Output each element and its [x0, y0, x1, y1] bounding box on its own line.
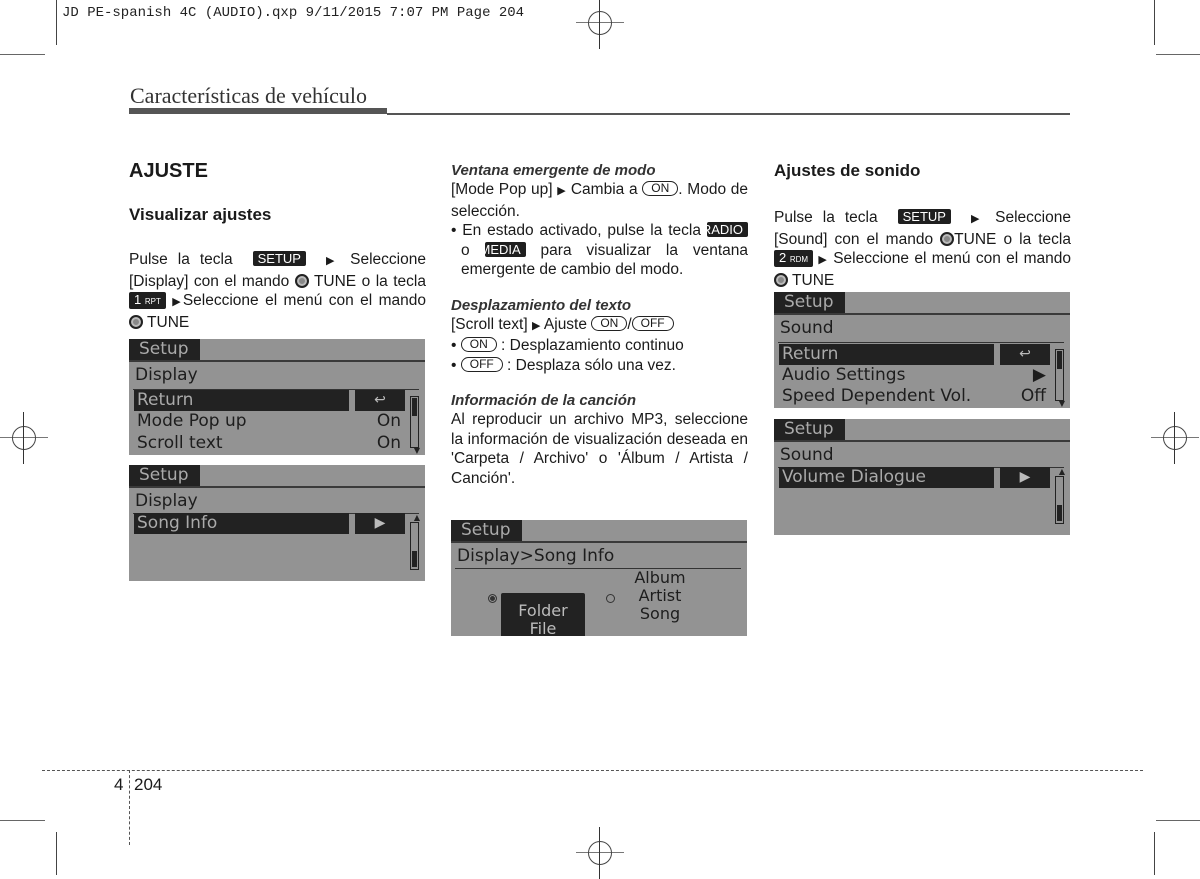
radio-key: RADIO: [702, 222, 748, 237]
crop-mark: [56, 832, 57, 875]
menu-row-volume-dialogue[interactable]: Volume Dialogue ▶: [779, 467, 1050, 488]
column-2: Ventana emergente de modo [Mode Pop up] …: [451, 162, 749, 487]
registration-mark-icon: [1151, 412, 1199, 464]
arrow-right-icon: ▶: [172, 296, 183, 308]
footer-rule: [129, 770, 130, 845]
screen-breadcrumb: Sound: [780, 318, 834, 338]
scrollbar[interactable]: [1055, 476, 1064, 524]
radio-album-artist-song[interactable]: [606, 594, 615, 603]
chevron-right-icon: ▶: [1032, 365, 1046, 385]
column-3: Ajustes de sonido Pulse la tecla SETUP ▶…: [774, 160, 1071, 290]
return-icon: ↩: [1000, 344, 1050, 365]
menu-row-return[interactable]: Return ↩: [779, 344, 1050, 365]
crop-mark: [56, 0, 57, 45]
arrow-right-icon: ▶: [531, 319, 541, 332]
rdm-key: 2 RDM: [774, 250, 814, 267]
on-button-icon: ON: [591, 315, 628, 331]
option-folder-file[interactable]: Folder File: [501, 593, 585, 636]
screen-tab: Setup: [129, 339, 201, 360]
scrollbar[interactable]: [410, 396, 419, 448]
menu-row-song-info[interactable]: Song Info ▶: [134, 513, 405, 534]
scrollbar[interactable]: [410, 522, 419, 570]
registration-mark-icon: [576, 827, 624, 879]
list-item: • En estado activado, pulse la tecla RAD…: [451, 222, 748, 278]
footer-rule: [42, 770, 1143, 771]
title-rule: [129, 108, 387, 114]
lcd-screen-sound-volume-dialogue: Setup Sound Volume Dialogue ▶ ▲: [774, 419, 1070, 535]
option-album-artist-song[interactable]: Album Artist Song: [627, 569, 693, 623]
page-number: 204: [134, 775, 163, 794]
setup-key: SETUP: [252, 251, 306, 266]
screen-tab: Setup: [774, 419, 846, 440]
song-info-paragraph: Al reproducir un archivo MP3, seleccione…: [451, 411, 748, 487]
arrow-right-icon: ▶: [818, 254, 828, 266]
screen-tab: Setup: [451, 520, 523, 541]
lcd-screen-display-menu: Setup Display Return ↩ Mode Pop up On Sc…: [129, 339, 425, 455]
scroll-down-icon: ▼: [413, 446, 420, 455]
menu-row-return[interactable]: Return ↩: [134, 390, 405, 411]
screen-tab: Setup: [129, 465, 201, 486]
print-slug: JD PE-spanish 4C (AUDIO).qxp 9/11/2015 7…: [62, 5, 525, 21]
heading-song-info: Información de la canción: [451, 392, 637, 409]
screen-breadcrumb: Display: [135, 491, 198, 511]
lcd-screen-song-info-select: Setup Display>Song Info Folder File Albu…: [451, 520, 747, 636]
crop-mark: [0, 820, 45, 821]
instruction-paragraph: Pulse la tecla SETUP ▶ Seleccione [Sound…: [774, 209, 1071, 289]
scroll-down-icon: ▼: [1058, 399, 1065, 408]
tune-knob-icon: [129, 314, 143, 329]
scroll-up-icon: ▲: [413, 513, 420, 522]
instruction-paragraph: Pulse la tecla SETUP ▶ Seleccione [Displ…: [129, 251, 426, 331]
registration-mark-icon: [576, 0, 624, 49]
chapter-number: 4: [114, 775, 124, 794]
crop-mark: [1156, 54, 1200, 55]
crop-mark: [1154, 832, 1155, 875]
return-icon: ↩: [355, 390, 405, 411]
crop-mark: [1156, 820, 1200, 821]
rpt-key: 1 RPT: [129, 292, 166, 309]
tune-knob-icon: [940, 231, 955, 246]
arrow-right-icon: ▶: [970, 213, 986, 225]
subheading: Ajustes de sonido: [774, 161, 921, 180]
menu-row-mode-pop-up[interactable]: Mode Pop up On: [134, 411, 405, 432]
registration-mark-icon: [0, 412, 48, 464]
crop-mark: [1154, 0, 1155, 45]
menu-row-speed-dependent-vol[interactable]: Speed Dependent Vol. Off: [779, 386, 1050, 407]
chevron-right-icon: ▶: [355, 513, 405, 534]
arrow-right-icon: ▶: [557, 185, 567, 197]
screen-breadcrumb: Sound: [780, 445, 834, 465]
menu-row-audio-settings[interactable]: Audio Settings ▶: [779, 365, 1050, 386]
on-button-icon: ON: [642, 181, 679, 196]
heading-mode-popup: Ventana emergente de modo: [451, 162, 656, 179]
setup-key: SETUP: [897, 209, 951, 224]
menu-row-scroll-text[interactable]: Scroll text On: [134, 433, 405, 454]
tune-knob-icon: [774, 272, 788, 287]
scrollbar[interactable]: [1055, 349, 1064, 401]
heading-scroll-text: Desplazamiento del texto: [451, 296, 632, 314]
media-key: MEDIA: [480, 241, 526, 257]
chevron-right-icon: ▶: [1000, 467, 1050, 488]
lcd-screen-sound-menu: Setup Sound Return ↩ Audio Settings ▶ Sp…: [774, 292, 1070, 408]
on-button-icon: ON: [460, 337, 497, 352]
subheading: Visualizar ajustes: [129, 205, 272, 224]
screen-breadcrumb: Display>Song Info: [457, 546, 615, 566]
scroll-up-icon: ▲: [1058, 467, 1065, 476]
screen-breadcrumb: Display: [135, 365, 198, 385]
tune-knob-icon: [294, 273, 309, 288]
arrow-right-icon: ▶: [325, 255, 341, 267]
crop-mark: [0, 54, 45, 55]
list-item: • OFF : Desplaza sólo una vez.: [451, 356, 676, 374]
lcd-screen-display-song-info: Setup Display Song Info ▶ ▲: [129, 465, 425, 581]
list-item: • ON : Desplazamiento continuo: [451, 337, 684, 354]
column-1: AJUSTE Visualizar ajustes Pulse la tecla…: [129, 158, 426, 332]
off-button-icon: OFF: [460, 356, 503, 372]
title-rule: [387, 113, 1070, 115]
off-button-icon: OFF: [631, 315, 674, 331]
screen-tab: Setup: [774, 292, 846, 313]
section-title: Características de vehículo: [130, 83, 368, 108]
radio-folder-file[interactable]: [488, 594, 497, 603]
page-heading: AJUSTE: [129, 160, 208, 182]
